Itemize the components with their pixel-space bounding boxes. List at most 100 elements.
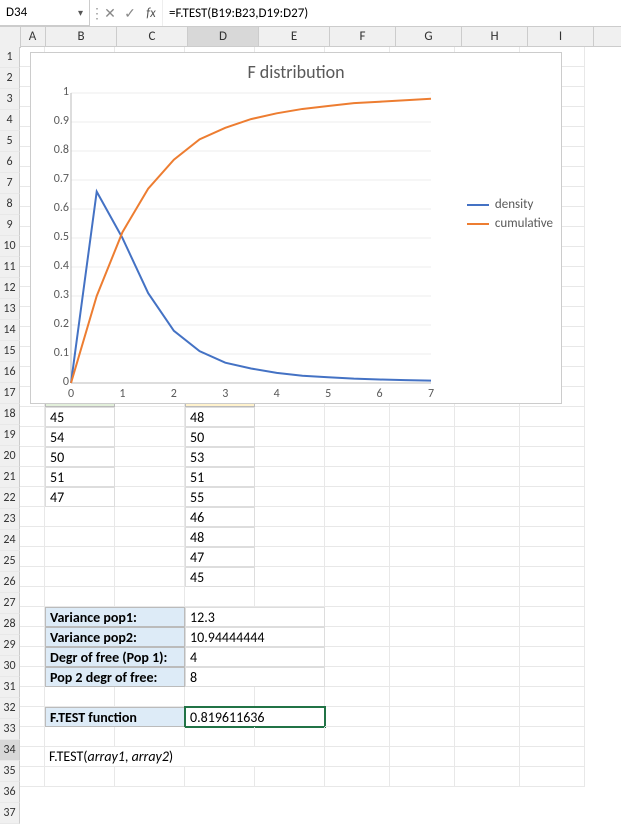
cell[interactable] — [325, 587, 390, 607]
cell[interactable] — [390, 767, 455, 787]
cell[interactable] — [325, 507, 390, 527]
cell[interactable] — [115, 467, 185, 487]
row-header[interactable]: 30 — [0, 656, 20, 677]
cell[interactable] — [455, 607, 520, 627]
cell[interactable] — [325, 627, 390, 647]
cell[interactable] — [390, 487, 455, 507]
col-header[interactable]: D — [188, 27, 259, 46]
cell[interactable]: 46 — [185, 507, 255, 527]
row-header[interactable]: 32 — [0, 698, 20, 719]
row-header[interactable]: 6 — [0, 152, 20, 173]
cell[interactable] — [390, 587, 455, 607]
cell[interactable] — [115, 567, 185, 587]
col-header[interactable]: F — [330, 27, 396, 46]
cell[interactable] — [520, 667, 585, 687]
row-header[interactable]: 26 — [0, 572, 20, 593]
row-header[interactable]: 1 — [0, 47, 20, 68]
cell[interactable] — [255, 407, 325, 427]
cell[interactable] — [115, 547, 185, 567]
cell[interactable] — [455, 647, 520, 667]
cell[interactable] — [455, 687, 520, 707]
row-header[interactable]: 31 — [0, 677, 20, 698]
col-header[interactable]: B — [46, 27, 117, 46]
cell[interactable] — [115, 487, 185, 507]
cell[interactable]: 54 — [45, 427, 115, 447]
cell[interactable] — [390, 687, 455, 707]
cell[interactable]: 50 — [185, 427, 255, 447]
cell[interactable] — [255, 567, 325, 587]
cell[interactable] — [325, 727, 390, 747]
cell[interactable] — [325, 467, 390, 487]
cell[interactable]: 48 — [185, 407, 255, 427]
col-header[interactable]: A — [20, 27, 46, 46]
cell[interactable] — [255, 547, 325, 567]
chevron-down-icon[interactable]: ▾ — [78, 6, 83, 19]
cell[interactable] — [20, 627, 45, 647]
row-header[interactable]: 21 — [0, 467, 20, 488]
cell[interactable]: 51 — [185, 467, 255, 487]
col-header[interactable]: H — [462, 27, 528, 46]
cell[interactable] — [20, 647, 45, 667]
col-header[interactable]: E — [259, 27, 330, 46]
cell[interactable] — [390, 647, 455, 667]
cell[interactable] — [20, 427, 45, 447]
cell[interactable] — [255, 447, 325, 467]
cell[interactable] — [20, 527, 45, 547]
cell[interactable] — [390, 627, 455, 647]
cell[interactable] — [520, 687, 585, 707]
cell[interactable]: 53 — [185, 447, 255, 467]
row-header[interactable]: 4 — [0, 110, 20, 131]
row-header[interactable]: 13 — [0, 299, 20, 320]
cell[interactable] — [325, 427, 390, 447]
cell[interactable] — [325, 647, 390, 667]
row-header[interactable]: 14 — [0, 320, 20, 341]
cell[interactable] — [45, 507, 115, 527]
cell[interactable] — [520, 567, 585, 587]
row-header[interactable]: 17 — [0, 383, 20, 404]
row-header[interactable]: 16 — [0, 362, 20, 383]
row-header[interactable]: 11 — [0, 257, 20, 278]
row-header[interactable]: 7 — [0, 173, 20, 194]
row-header[interactable]: 22 — [0, 488, 20, 509]
cell[interactable] — [115, 587, 185, 607]
cell[interactable] — [45, 527, 115, 547]
cell[interactable]: 55 — [185, 487, 255, 507]
cell[interactable] — [325, 767, 390, 787]
row-header[interactable]: 29 — [0, 635, 20, 656]
cell[interactable] — [115, 727, 185, 747]
cell[interactable] — [520, 727, 585, 747]
row-header[interactable]: 24 — [0, 530, 20, 551]
cell[interactable] — [455, 447, 520, 467]
cell[interactable]: 47 — [45, 487, 115, 507]
cell[interactable] — [520, 627, 585, 647]
cell[interactable] — [20, 707, 45, 727]
row-header[interactable]: 33 — [0, 719, 20, 740]
chart[interactable]: F distribution 00.10.20.30.40.50.60.70.8… — [30, 52, 562, 404]
cell[interactable] — [455, 507, 520, 527]
row-header[interactable]: 37 — [0, 803, 20, 824]
cell[interactable]: 47 — [185, 547, 255, 567]
cell[interactable] — [520, 467, 585, 487]
accept-icon[interactable]: ✓ — [120, 5, 140, 22]
cell[interactable] — [390, 467, 455, 487]
cell[interactable] — [115, 687, 185, 707]
cell[interactable] — [255, 507, 325, 527]
row-header[interactable]: 5 — [0, 131, 20, 152]
row-header[interactable]: 23 — [0, 509, 20, 530]
row-header[interactable]: 12 — [0, 278, 20, 299]
cell[interactable] — [325, 547, 390, 567]
row-header[interactable]: 36 — [0, 782, 20, 803]
cell[interactable] — [390, 547, 455, 567]
cell[interactable] — [20, 407, 45, 427]
cell[interactable] — [390, 447, 455, 467]
cell[interactable] — [325, 567, 390, 587]
cell[interactable] — [520, 547, 585, 567]
cell[interactable] — [255, 727, 325, 747]
fx-icon[interactable]: fx — [140, 6, 162, 21]
cell[interactable] — [20, 447, 45, 467]
cell[interactable] — [20, 607, 45, 627]
cell[interactable] — [20, 667, 45, 687]
cell[interactable] — [325, 667, 390, 687]
cell[interactable] — [520, 607, 585, 627]
cell[interactable] — [20, 747, 45, 767]
